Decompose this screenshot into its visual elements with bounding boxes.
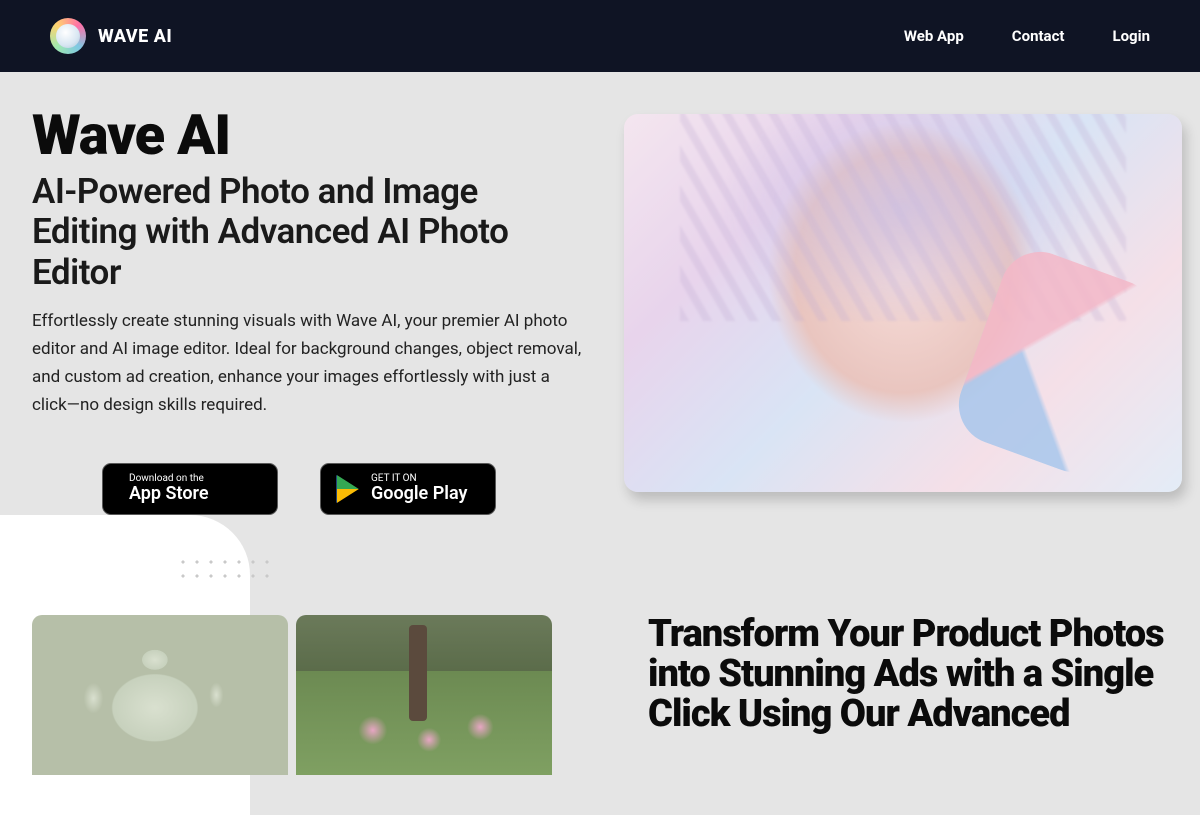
product-image-pair bbox=[32, 615, 552, 775]
product-image-after bbox=[296, 615, 552, 775]
brand-logo-group[interactable]: WAVE AI bbox=[50, 18, 172, 54]
site-header: WAVE AI Web App Contact Login bbox=[0, 0, 1200, 72]
decorative-dots bbox=[176, 555, 276, 585]
feature-section: Transform Your Product Photos into Stunn… bbox=[0, 545, 1200, 775]
nav-link-login[interactable]: Login bbox=[1112, 27, 1150, 45]
app-store-button[interactable]: Download on the App Store bbox=[102, 463, 278, 515]
google-play-big-text: Google Play bbox=[371, 484, 467, 504]
feature-text-column: Transform Your Product Photos into Stunn… bbox=[648, 565, 1168, 775]
hero-subtitle: AI-Powered Photo and Image Editing with … bbox=[32, 172, 584, 293]
google-play-button[interactable]: GET IT ON Google Play bbox=[320, 463, 496, 515]
primary-nav: Web App Contact Login bbox=[904, 27, 1150, 45]
feature-title: Transform Your Product Photos into Stunn… bbox=[648, 615, 1168, 735]
hero-text-column: Wave AI AI-Powered Photo and Image Editi… bbox=[32, 102, 584, 515]
app-store-big-text: App Store bbox=[129, 484, 209, 504]
nav-link-webapp[interactable]: Web App bbox=[904, 27, 964, 45]
hero-description: Effortlessly create stunning visuals wit… bbox=[32, 307, 584, 419]
brand-name: WAVE AI bbox=[98, 26, 172, 47]
hero-image bbox=[624, 114, 1182, 492]
hero-section: Wave AI AI-Powered Photo and Image Editi… bbox=[0, 72, 1200, 545]
store-button-row: Download on the App Store GET IT ON Goog… bbox=[32, 463, 584, 515]
hero-title: Wave AI bbox=[32, 102, 584, 168]
product-image-before bbox=[32, 615, 288, 775]
nav-link-contact[interactable]: Contact bbox=[1012, 27, 1065, 45]
brand-logo-icon bbox=[50, 18, 86, 54]
google-play-icon bbox=[337, 475, 361, 503]
